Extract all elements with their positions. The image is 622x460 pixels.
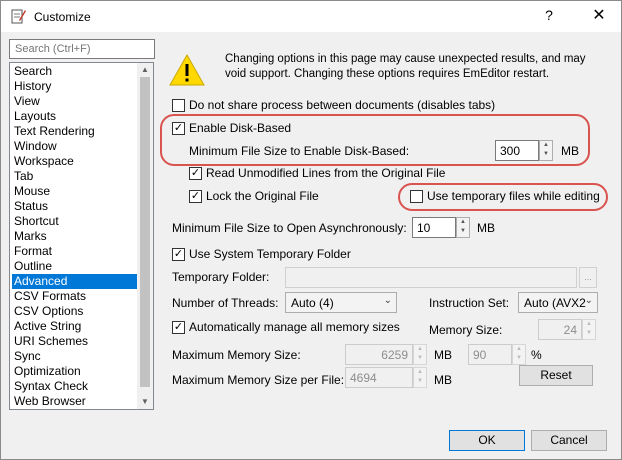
spin-down-icon[interactable]: ▼ [414,354,426,363]
spin-up-icon[interactable]: ▲ [414,345,426,354]
temp-folder-input[interactable] [285,267,577,288]
sidebar-item-format[interactable]: Format [12,244,137,259]
max-memory-spinner[interactable]: ▲ ▼ [413,344,427,365]
sidebar-item-optimization[interactable]: Optimization [12,364,137,379]
min-async-spinner[interactable]: ▲ ▼ [456,217,470,238]
spin-up-icon[interactable]: ▲ [457,218,469,227]
memory-size-spinner[interactable]: ▲ ▼ [582,319,596,340]
sidebar-item-advanced[interactable]: Advanced [12,274,137,289]
spin-down-icon[interactable]: ▼ [513,354,525,363]
threads-label: Number of Threads: [172,296,279,310]
emeditor-app-icon [11,9,26,24]
sidebar-item-status[interactable]: Status [12,199,137,214]
instruction-set-value: Auto (AVX2 [524,296,586,310]
threads-value: Auto (4) [291,296,334,310]
warning-triangle-icon [169,53,205,86]
threads-select[interactable]: Auto (4) ⌄ [285,292,397,313]
sidebar-item-csv-formats[interactable]: CSV Formats [12,289,137,304]
no-share-label: Do not share process between documents (… [189,98,496,112]
read-unmodified-checkbox[interactable]: ✓ [189,167,202,180]
min-disk-size-input[interactable] [495,140,539,161]
use-sys-temp-label: Use System Temporary Folder [189,247,351,261]
min-disk-size-unit: MB [561,144,579,158]
spin-up-icon[interactable]: ▲ [540,141,552,150]
browse-button[interactable]: ... [579,267,597,288]
lock-original-label: Lock the Original File [206,189,319,203]
spin-down-icon[interactable]: ▼ [583,329,595,338]
chevron-down-icon: ⌄ [584,295,593,306]
reset-button[interactable]: Reset [519,365,593,386]
lock-original-checkbox[interactable]: ✓ [189,190,202,203]
no-share-checkbox[interactable] [172,99,185,112]
memory-size-label: Memory Size: [429,323,503,337]
close-button[interactable]: ✕ [587,5,611,27]
search-input[interactable] [9,39,155,59]
scroll-down-icon[interactable]: ▼ [137,395,153,409]
tree-scrollbar[interactable]: ▲ ▼ [137,63,153,409]
spin-up-icon[interactable]: ▲ [414,368,426,377]
read-unmodified-label: Read Unmodified Lines from the Original … [206,166,446,180]
sidebar-item-window[interactable]: Window [12,139,137,154]
help-button[interactable]: ? [537,7,561,27]
min-disk-size-spinner[interactable]: ▲ ▼ [539,140,553,161]
sidebar-item-shortcut[interactable]: Shortcut [12,214,137,229]
sidebar-item-syntax-check[interactable]: Syntax Check [12,379,137,394]
title-bar: Customize ? ✕ [1,1,621,32]
instruction-set-label: Instruction Set: [429,296,510,310]
min-async-unit: MB [477,221,495,235]
sidebar-item-sync[interactable]: Sync [12,349,137,364]
min-disk-size-label: Minimum File Size to Enable Disk-Based: [189,144,410,158]
ok-button[interactable]: OK [449,430,525,451]
max-memory-file-input[interactable] [345,367,413,388]
disk-based-label: Enable Disk-Based [189,121,292,135]
sidebar-item-search[interactable]: Search [12,64,137,79]
sidebar-item-view[interactable]: View [12,94,137,109]
warning-text: Changing options in this page may cause … [225,53,586,80]
sidebar-item-tab[interactable]: Tab [12,169,137,184]
disk-based-checkbox[interactable]: ✓ [172,122,185,135]
max-memory-percent-input[interactable] [468,344,512,365]
use-sys-temp-checkbox[interactable]: ✓ [172,248,185,261]
sidebar-item-layouts[interactable]: Layouts [12,109,137,124]
sidebar-item-csv-options[interactable]: CSV Options [12,304,137,319]
max-memory-file-spinner[interactable]: ▲ ▼ [413,367,427,388]
spin-down-icon[interactable]: ▼ [457,227,469,236]
sidebar-item-outline[interactable]: Outline [12,259,137,274]
scroll-thumb[interactable] [140,77,150,387]
max-memory-label: Maximum Memory Size: [172,348,301,362]
min-async-label: Minimum File Size to Open Asynchronously… [172,221,407,235]
customize-dialog: Customize ? ✕ SearchHistoryViewLayoutsTe… [0,0,622,460]
max-memory-unit: MB [434,348,452,362]
max-memory-percent-spinner[interactable]: ▲ ▼ [512,344,526,365]
sidebar-item-active-string[interactable]: Active String [12,319,137,334]
spin-up-icon[interactable]: ▲ [513,345,525,354]
auto-memory-label: Automatically manage all memory sizes [189,320,400,334]
max-memory-input[interactable] [345,344,413,365]
sidebar-item-uri-schemes[interactable]: URI Schemes [12,334,137,349]
scroll-up-icon[interactable]: ▲ [137,63,153,77]
spin-down-icon[interactable]: ▼ [414,377,426,386]
min-async-input[interactable] [412,217,456,238]
max-memory-file-label: Maximum Memory Size per File: [172,373,345,387]
sidebar-item-mouse[interactable]: Mouse [12,184,137,199]
auto-memory-checkbox[interactable]: ✓ [172,321,185,334]
use-temp-files-checkbox[interactable] [410,190,423,203]
max-memory-file-unit: MB [434,373,452,387]
sidebar-item-web-browser[interactable]: Web Browser [12,394,137,409]
sidebar-item-marks[interactable]: Marks [12,229,137,244]
sidebar-item-text-rendering[interactable]: Text Rendering [12,124,137,139]
sidebar-item-workspace[interactable]: Workspace [12,154,137,169]
memory-size-input[interactable] [538,319,582,340]
cancel-button[interactable]: Cancel [531,430,607,451]
temp-folder-label: Temporary Folder: [172,270,270,284]
window-title: Customize [34,10,91,24]
chevron-down-icon: ⌄ [383,295,392,306]
use-temp-files-label: Use temporary files while editing [427,189,600,203]
max-memory-percent-unit: % [531,348,542,362]
spin-down-icon[interactable]: ▼ [540,150,552,159]
sidebar-item-history[interactable]: History [12,79,137,94]
spin-up-icon[interactable]: ▲ [583,320,595,329]
instruction-set-select[interactable]: Auto (AVX2 ⌄ [518,292,598,313]
category-tree: Search History View Layouts Text Rendering Wi… [9,62,154,410]
